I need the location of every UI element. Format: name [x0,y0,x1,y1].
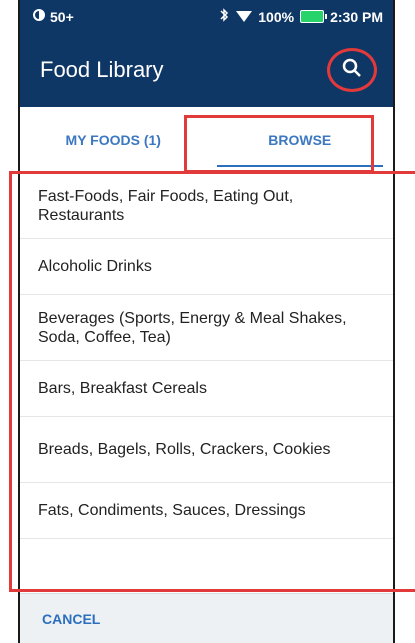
category-label: Fats, Condiments, Sauces, Dressings [38,502,306,519]
battery-percent: 100% [258,8,295,25]
tab-my-foods-label: MY FOODS (1) [65,132,161,148]
category-label: Alcoholic Drinks [38,258,152,275]
tab-bar: MY FOODS (1) BROWSE [20,107,393,174]
tab-browse-label: BROWSE [268,132,332,148]
list-item[interactable]: Alcoholic Drinks [20,239,393,295]
category-list: Fast-Foods, Fair Foods, Eating Out, Rest… [20,173,393,578]
list-item[interactable]: Fats, Condiments, Sauces, Dressings [20,483,393,539]
tab-my-foods[interactable]: MY FOODS (1) [20,107,207,173]
category-label: Fast-Foods, Fair Foods, Eating Out, Rest… [38,187,294,224]
list-item[interactable]: Breads, Bagels, Rolls, Crackers, Cookies [20,417,393,483]
status-left: 50+ [32,8,74,25]
notification-icon [32,8,46,25]
app-bar: Food Library [20,33,393,107]
battery-icon [300,10,328,23]
tab-browse[interactable]: BROWSE [207,107,394,173]
list-item[interactable]: Beverages (Sports, Energy & Meal Shakes,… [20,295,393,361]
search-button[interactable] [327,48,377,92]
footer-bar: CANCEL [20,593,393,643]
status-bar: 50+ 100% 2:30 PM [20,0,393,33]
list-item[interactable]: Bars, Breakfast Cereals [20,361,393,417]
status-right: 100% 2:30 PM [218,8,383,25]
bluetooth-icon [218,8,230,25]
list-item[interactable]: Fast-Foods, Fair Foods, Eating Out, Rest… [20,173,393,239]
category-label: Bars, Breakfast Cereals [38,380,207,397]
page-title: Food Library [40,57,164,82]
cancel-button[interactable]: CANCEL [42,611,100,627]
category-label: Breads, Bagels, Rolls, Crackers, Cookies [38,441,331,458]
notification-count: 50+ [50,8,74,25]
category-label: Beverages (Sports, Energy & Meal Shakes,… [38,309,347,346]
phone-screen: 50+ 100% 2:30 PM Food Library MY FOODS (… [18,0,395,643]
wifi-icon [236,9,253,25]
time-label: 2:30 PM [330,8,383,25]
search-icon [342,58,362,83]
